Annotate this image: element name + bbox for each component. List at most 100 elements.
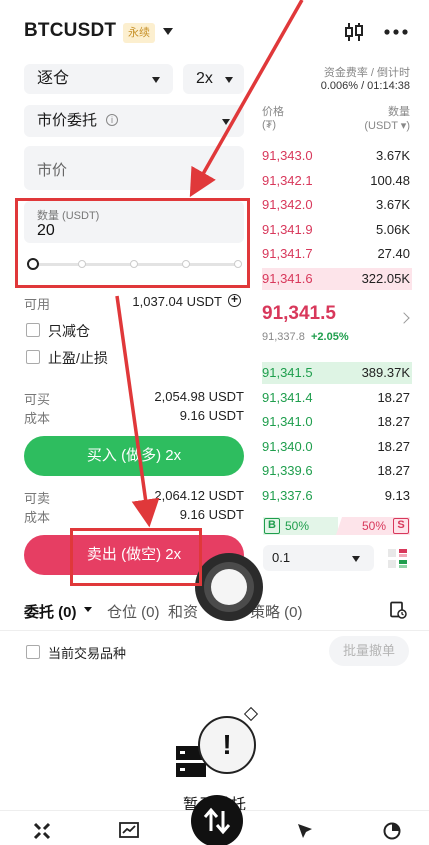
can-sell-value: 2,064.12 USDT xyxy=(154,488,244,503)
chevron-down-icon xyxy=(225,77,233,83)
price-column-unit: (₮) xyxy=(262,119,277,131)
reduce-only-checkbox[interactable] xyxy=(26,323,40,337)
bid-row[interactable]: 91,337.6 9.13 xyxy=(262,486,412,506)
buy-tag: B xyxy=(264,518,280,534)
ask-qty: 100.48 xyxy=(370,173,410,188)
funding-rate-value: 0.006% / 01:14:38 xyxy=(320,80,410,92)
chevron-down-icon[interactable] xyxy=(84,607,92,612)
reduce-only-label: 只减仓 xyxy=(48,323,90,339)
nav-home-icon[interactable] xyxy=(33,822,51,840)
info-icon[interactable]: i xyxy=(106,114,118,126)
annotation-box-quantity xyxy=(15,198,250,288)
cancel-all-button[interactable]: 批量撤单 xyxy=(329,636,409,666)
ask-row[interactable]: 91,341.6 322.05K xyxy=(262,268,412,290)
order-history-icon[interactable] xyxy=(389,601,407,619)
ask-qty: 27.40 xyxy=(377,246,410,261)
diamond-icon xyxy=(243,706,259,722)
annotation-box-sell xyxy=(70,528,202,586)
buy-long-button[interactable]: 买入 (做多) 2x xyxy=(24,436,244,476)
nav-discover-icon[interactable] xyxy=(297,823,313,839)
perpetual-badge: 永续 xyxy=(123,23,155,43)
ask-row[interactable]: 91,342.0 3.67K xyxy=(262,195,412,215)
price-change: +2.05% xyxy=(311,331,349,343)
transfer-add-icon[interactable]: + xyxy=(228,293,241,307)
sell-cost-label: 成本 xyxy=(24,510,51,525)
leverage-value: 2x xyxy=(196,70,213,87)
ask-price: 91,342.1 xyxy=(262,173,313,188)
order-type-select[interactable]: 市价委托 i xyxy=(24,105,244,137)
ask-row[interactable]: 91,341.7 27.40 xyxy=(262,244,412,264)
floating-assistive-button[interactable] xyxy=(195,553,263,621)
book-layout-icon[interactable] xyxy=(387,548,408,569)
funding-rate-label: 资金费率 / 倒计时 xyxy=(323,67,410,79)
ask-qty: 3.67K xyxy=(376,197,410,212)
bid-row[interactable]: 91,341.0 18.27 xyxy=(262,412,412,432)
bid-qty: 18.27 xyxy=(377,439,410,454)
bid-qty: 389.37K xyxy=(361,365,410,380)
buy-cost-label: 成本 xyxy=(24,411,51,426)
available-value: 1,037.04 USDT xyxy=(132,294,222,309)
price-column-header: 价格 xyxy=(262,106,284,118)
tab-assets[interactable]: 和资 xyxy=(168,601,198,622)
candlestick-icon[interactable] xyxy=(340,18,368,46)
ask-qty: 3.67K xyxy=(376,148,410,163)
nav-trade-button[interactable] xyxy=(191,795,243,845)
bid-price: 91,341.5 xyxy=(262,365,313,380)
tab-orders[interactable]: 委托 (0) xyxy=(24,601,77,622)
margin-mode-select[interactable]: 逐仓 xyxy=(24,64,173,94)
bid-price: 91,337.6 xyxy=(262,488,313,503)
margin-mode-value: 逐仓 xyxy=(37,70,70,87)
price-placeholder: 市价 xyxy=(37,162,68,179)
bid-qty: 18.27 xyxy=(377,414,410,429)
tabs-divider xyxy=(0,630,429,631)
tp-sl-checkbox[interactable] xyxy=(26,350,40,364)
quantity-column-header: 数量 xyxy=(388,106,410,118)
bid-qty: 18.27 xyxy=(377,463,410,478)
leverage-select[interactable]: 2x xyxy=(183,64,244,94)
depth-step-value: 0.1 xyxy=(272,550,291,565)
ask-price: 91,341.6 xyxy=(262,271,313,286)
buy-percent: 50% xyxy=(285,519,310,533)
tab-positions[interactable]: 仓位 (0) xyxy=(107,601,160,622)
more-icon[interactable] xyxy=(382,18,410,46)
pair-title[interactable]: BTCUSDT xyxy=(24,20,116,42)
bid-price: 91,340.0 xyxy=(262,439,313,454)
chevron-down-icon xyxy=(352,556,360,562)
ask-row[interactable]: 91,343.0 3.67K xyxy=(262,146,412,166)
ask-row[interactable]: 91,342.1 100.48 xyxy=(262,171,412,191)
bid-row[interactable]: 91,340.0 18.27 xyxy=(262,437,412,457)
price-input[interactable]: 市价 xyxy=(24,146,244,190)
bid-price: 91,339.6 xyxy=(262,463,313,478)
sell-tag: S xyxy=(393,518,409,534)
sell-cost-value: 9.16 USDT xyxy=(179,507,244,522)
chevron-down-icon[interactable] xyxy=(163,28,173,35)
last-price[interactable]: 91,341.5 xyxy=(262,303,336,325)
bid-row[interactable]: 91,339.6 18.27 xyxy=(262,461,412,481)
ask-qty: 5.06K xyxy=(376,222,410,237)
sell-percent: 50% xyxy=(362,519,387,533)
tp-sl-label: 止盈/止损 xyxy=(48,350,108,366)
current-symbol-checkbox[interactable] xyxy=(26,645,40,659)
depth-step-select[interactable]: 0.1 xyxy=(263,545,374,571)
ask-price: 91,341.7 xyxy=(262,246,313,261)
bid-price: 91,341.0 xyxy=(262,414,313,429)
mark-price: 91,337.8 xyxy=(262,331,305,343)
bid-row[interactable]: 91,341.4 18.27 xyxy=(262,388,412,408)
assistive-dot xyxy=(211,569,247,605)
can-buy-value: 2,054.98 USDT xyxy=(154,389,244,404)
can-buy-label: 可买 xyxy=(24,392,51,407)
chevron-down-icon xyxy=(222,119,230,125)
chevron-right-icon[interactable] xyxy=(398,312,410,324)
ask-qty: 322.05K xyxy=(361,271,410,286)
nav-assets-icon[interactable] xyxy=(383,822,401,840)
ask-row[interactable]: 91,341.9 5.06K xyxy=(262,220,412,240)
bid-qty: 9.13 xyxy=(384,488,410,503)
ask-price: 91,341.9 xyxy=(262,222,313,237)
alert-icon: ! xyxy=(198,716,256,774)
chevron-down-icon xyxy=(152,77,160,83)
quantity-unit-select[interactable]: (USDT ▾) xyxy=(330,119,410,132)
bid-row[interactable]: 91,341.5 389.37K xyxy=(262,362,412,384)
ask-price: 91,343.0 xyxy=(262,148,313,163)
nav-markets-icon[interactable] xyxy=(119,822,139,838)
bid-price: 91,341.4 xyxy=(262,390,313,405)
